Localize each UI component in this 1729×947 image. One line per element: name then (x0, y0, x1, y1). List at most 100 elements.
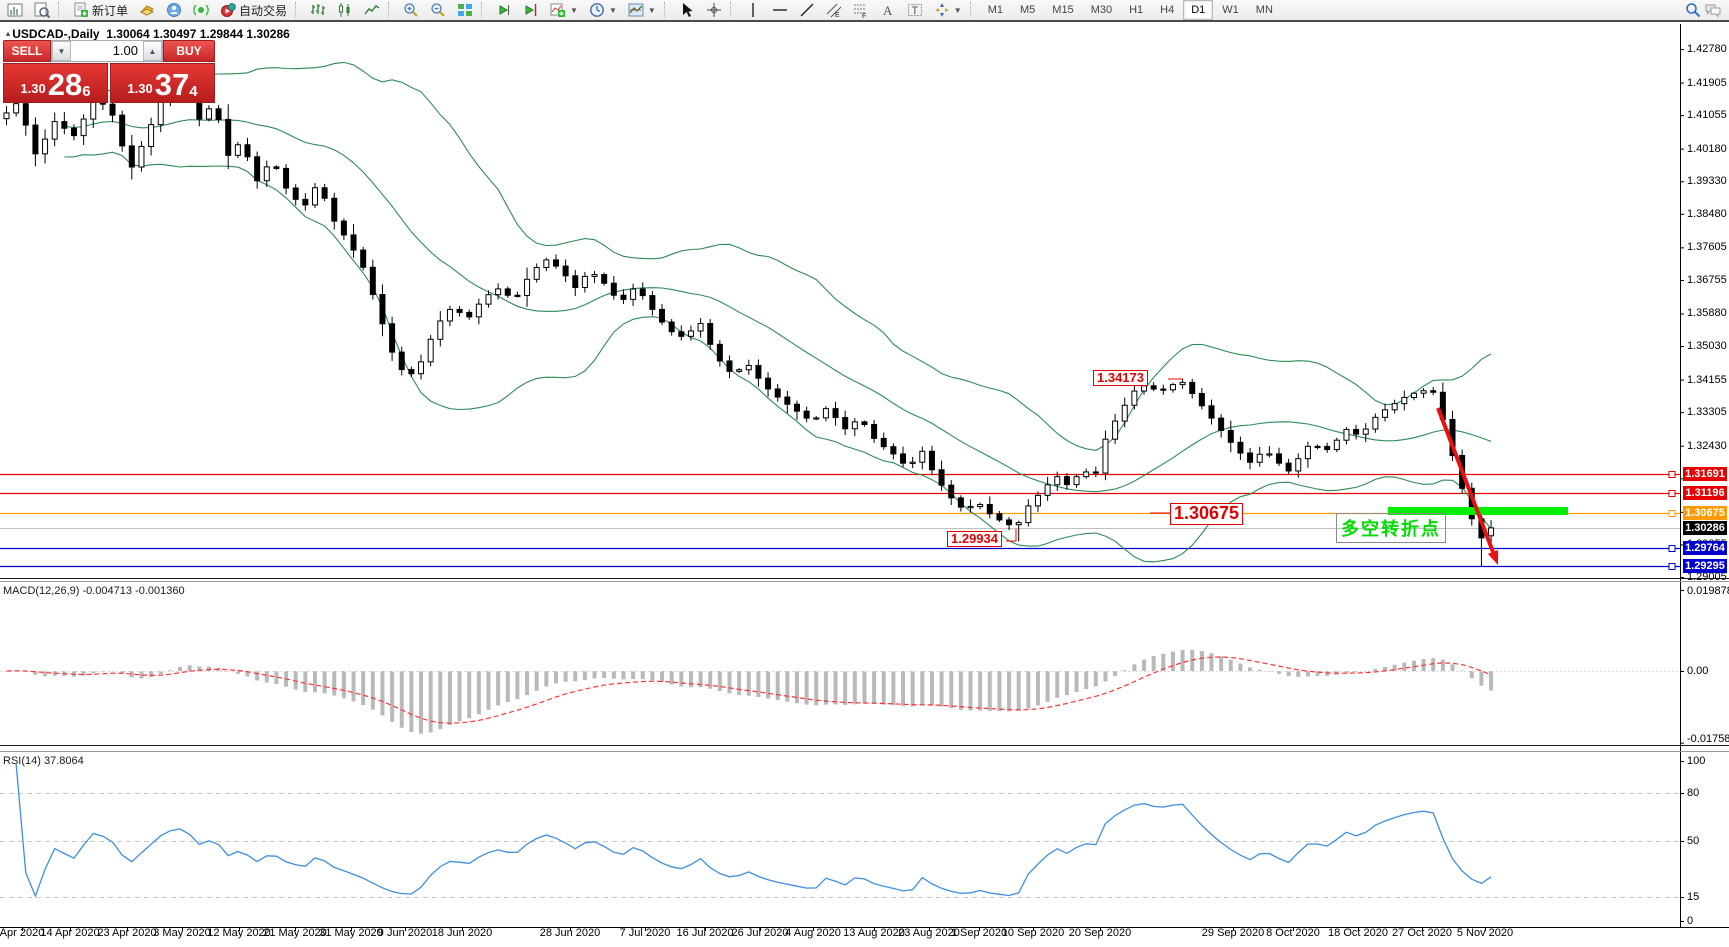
candle-bear (949, 485, 954, 498)
line-chart-button[interactable] (359, 0, 385, 21)
candle-bear (341, 221, 346, 235)
chart-canvas[interactable] (0, 24, 1729, 947)
macd-label: MACD(12,26,9) -0.004713 -0.001360 (3, 585, 185, 597)
vertical-line-button[interactable] (740, 0, 766, 21)
tf-h4[interactable]: H4 (1152, 0, 1182, 20)
zoom-in-button[interactable] (398, 0, 424, 21)
candle-bear (1276, 454, 1281, 463)
rsi-line (16, 764, 1491, 896)
macd-signal-line (7, 657, 1492, 723)
community-button[interactable] (161, 0, 187, 21)
candle-bull (312, 188, 317, 205)
chat-icon[interactable] (1705, 2, 1721, 18)
turning-point-text[interactable]: 多空转折点 (1336, 513, 1446, 543)
bid-price[interactable]: 1.30286 (3, 63, 108, 103)
tf-m30[interactable]: M30 (1083, 0, 1120, 20)
templates-button[interactable]: ▼ (623, 0, 661, 21)
tf-m1[interactable]: M1 (980, 0, 1011, 20)
candle-bear (467, 312, 472, 316)
horizontal-line-button[interactable] (767, 0, 793, 21)
price-label-134173[interactable]: 1.34173 (1093, 370, 1148, 386)
candle-bull (582, 276, 587, 287)
candle-bull (968, 507, 973, 508)
candle-bull (534, 268, 539, 280)
fibonacci-button[interactable]: F (848, 0, 874, 21)
trendline-button[interactable] (794, 0, 820, 21)
indicators-button[interactable]: ▼ (545, 0, 583, 21)
tf-mn[interactable]: MN (1248, 0, 1281, 20)
text-label-button[interactable]: T (902, 0, 928, 21)
text-button[interactable]: A (875, 0, 901, 21)
crosshair-button[interactable] (701, 0, 727, 21)
candle-bear (361, 250, 366, 267)
autotrading-button[interactable]: 自动交易 (215, 0, 292, 21)
volume-input[interactable]: 1.00 (71, 41, 143, 61)
candle-bear (833, 409, 838, 418)
buy-button[interactable]: BUY (163, 40, 215, 62)
line-chart-icon (364, 2, 380, 18)
date-tick: 21 May 2020 (263, 927, 327, 939)
price-tick: 1.35880 (1687, 307, 1727, 319)
candle-bear (843, 417, 848, 428)
price-tick: 1.41905 (1687, 77, 1727, 89)
candle-bull (1084, 472, 1089, 477)
sell-button[interactable]: SELL (3, 40, 51, 62)
candle-bull (476, 304, 481, 317)
candle-bear (1431, 391, 1436, 393)
ask-pips: 37 (155, 70, 189, 100)
bar-chart-button[interactable] (305, 0, 331, 21)
date-tick: 20 Sep 2020 (1069, 927, 1131, 939)
volume-decrease-button[interactable]: ▼ (52, 41, 71, 61)
price-tick: 1.39330 (1687, 175, 1727, 187)
signals-button[interactable] (188, 0, 214, 21)
price-tick: 1.35030 (1687, 340, 1727, 352)
candle-bear (293, 188, 298, 199)
candle-bull (149, 125, 154, 147)
tf-m15[interactable]: M15 (1044, 0, 1081, 20)
candle-bull (1392, 404, 1397, 410)
price-badge-1.30286: 1.30286 (1683, 521, 1727, 535)
tile-windows-button[interactable] (452, 0, 478, 21)
volume-stepper: ▼ 1.00 ▲ (51, 40, 163, 62)
candle-bear (553, 260, 558, 266)
search-icon[interactable] (1685, 2, 1701, 18)
price-badge-1.29764: 1.29764 (1683, 541, 1727, 555)
date-tick: 26 Jul 2020 (732, 927, 789, 939)
rsi-label: RSI(14) 37.8064 (3, 755, 84, 767)
candle-bull (1132, 391, 1137, 405)
signals-icon (193, 2, 209, 18)
equidistant-channel-button[interactable]: E (821, 0, 847, 21)
bb-middle (64, 120, 1491, 492)
zoom-out-button[interactable] (425, 0, 451, 21)
tf-d1[interactable]: D1 (1183, 0, 1213, 20)
price-label-130675[interactable]: 1.30675 (1170, 503, 1243, 525)
tf-h1[interactable]: H1 (1121, 0, 1151, 20)
chart-area[interactable]: ▴ USDCAD-,Daily 1.30064 1.30497 1.29844 … (0, 24, 1729, 947)
candle-bull (1334, 440, 1339, 449)
cursor-button[interactable] (674, 0, 700, 21)
candle-bull (1026, 506, 1031, 523)
profiles-button[interactable] (29, 0, 55, 21)
volume-increase-button[interactable]: ▲ (143, 41, 162, 61)
tf-m5[interactable]: M5 (1012, 0, 1043, 20)
new-chart-button[interactable] (2, 0, 28, 21)
candle-bear (457, 309, 462, 312)
candle-bull (698, 324, 703, 331)
tf-w1[interactable]: W1 (1214, 0, 1247, 20)
ask-price[interactable]: 1.30374 (110, 63, 215, 103)
periods-button[interactable]: ▼ (584, 0, 622, 21)
arrows-button[interactable]: ▼ (929, 0, 967, 21)
candle-bull (139, 146, 144, 167)
price-tick: 1.34155 (1687, 374, 1727, 386)
auto-scroll-button[interactable] (491, 0, 517, 21)
metaeditor-button[interactable] (134, 0, 160, 21)
candle-bear (1209, 406, 1214, 418)
new-order-button[interactable]: 新订单 (68, 0, 133, 21)
candle-bull (1142, 386, 1147, 391)
candle-bear (766, 378, 771, 389)
candlestick-button[interactable] (332, 0, 358, 21)
candle-bull (419, 362, 424, 374)
price-label-129934[interactable]: 1.29934 (947, 531, 1002, 547)
candle-bull (496, 289, 501, 295)
chart-shift-button[interactable] (518, 0, 544, 21)
